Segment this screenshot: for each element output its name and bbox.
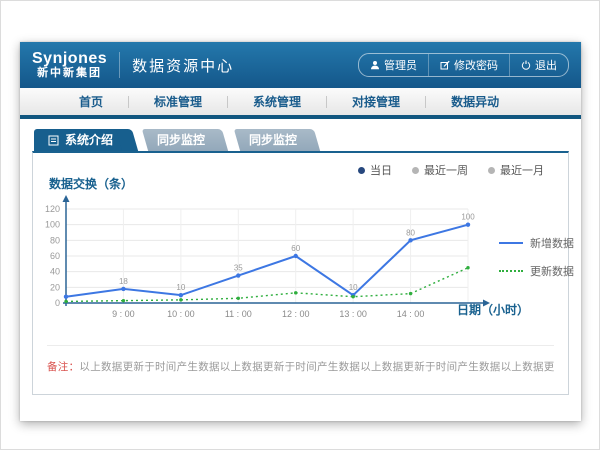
- chart-panel: 当日 最近一周 最近一月 数据交换（条） 0 20 40 60 80 100 120 9 : …: [32, 151, 569, 395]
- power-icon: [521, 60, 531, 70]
- series-legend: 新增数据 更新数据: [499, 235, 574, 291]
- svg-text:60: 60: [50, 251, 60, 261]
- nav-item-data-change[interactable]: 数据异动: [426, 93, 524, 110]
- radio-icon: [358, 167, 365, 174]
- nav-item-system[interactable]: 系统管理: [228, 93, 326, 110]
- footnote: 备注：以上数据更新于时间产生数据以上数据更新于时间产生数据以上数据更新于时间产生…: [47, 345, 554, 374]
- user-icon: [370, 60, 380, 70]
- page: Synjones 新中新集团 数据资源中心 管理员 修改密码: [0, 0, 600, 450]
- tab-label: 系统介绍: [65, 129, 113, 151]
- svg-text:12 : 00: 12 : 00: [282, 309, 310, 319]
- y-axis-title: 数据交换（条）: [49, 175, 133, 192]
- line-chart: 0 20 40 60 80 100 120 9 : 00 10 : 00 11 : 00 12 : …: [41, 191, 503, 341]
- svg-text:11 : 00: 11 : 00: [225, 309, 252, 319]
- svg-text:35: 35: [234, 264, 243, 273]
- filter-today[interactable]: 当日: [358, 162, 392, 178]
- footnote-text: 以上数据更新于时间产生数据以上数据更新于时间产生数据以上数据更新于时间产生数据以…: [79, 361, 554, 373]
- filter-label: 当日: [370, 162, 392, 178]
- svg-text:100: 100: [45, 220, 60, 230]
- edit-icon: [440, 60, 450, 70]
- header: Synjones 新中新集团 数据资源中心 管理员 修改密码: [20, 42, 581, 88]
- svg-text:40: 40: [50, 267, 60, 277]
- legend-item-updated-data[interactable]: 更新数据: [499, 263, 574, 279]
- svg-text:120: 120: [45, 204, 60, 214]
- filter-label: 最近一月: [500, 162, 544, 178]
- main-nav: 首页 标准管理 系统管理 对接管理 数据异动: [20, 88, 581, 115]
- tab-label: 同步监控: [157, 129, 205, 151]
- svg-text:9 : 00: 9 : 00: [112, 309, 135, 319]
- user-label: 管理员: [384, 57, 417, 73]
- logout-button[interactable]: 退出: [509, 54, 568, 76]
- tab-label: 同步监控: [249, 129, 297, 151]
- svg-text:20: 20: [50, 282, 60, 292]
- tab-system-intro[interactable]: 系统介绍: [34, 129, 135, 151]
- tab-sync-monitor-2[interactable]: 同步监控: [235, 129, 319, 151]
- svg-text:10 : 00: 10 : 00: [167, 309, 195, 319]
- svg-text:80: 80: [406, 228, 415, 237]
- logo-subtitle: 新中新集团: [32, 68, 107, 80]
- filter-last-week[interactable]: 最近一周: [412, 162, 468, 178]
- change-password-button[interactable]: 修改密码: [428, 54, 509, 76]
- nav-item-home[interactable]: 首页: [54, 93, 128, 110]
- logo-name: Synjones: [32, 51, 107, 68]
- svg-text:10: 10: [176, 283, 185, 292]
- nav-item-standards[interactable]: 标准管理: [129, 93, 227, 110]
- app-title: 数据资源中心: [132, 55, 234, 76]
- svg-text:13 : 00: 13 : 00: [339, 309, 367, 319]
- svg-text:18: 18: [119, 277, 128, 286]
- nav-item-integration[interactable]: 对接管理: [327, 93, 425, 110]
- legend-line-solid: [499, 242, 523, 244]
- svg-text:60: 60: [291, 244, 300, 253]
- svg-text:10: 10: [349, 283, 358, 292]
- legend-item-new-data[interactable]: 新增数据: [499, 235, 574, 251]
- svg-text:80: 80: [50, 235, 60, 245]
- logout-label: 退出: [535, 57, 557, 73]
- radio-icon: [412, 167, 419, 174]
- change-password-label: 修改密码: [454, 57, 498, 73]
- chart: 0 20 40 60 80 100 120 9 : 00 10 : 00 11 : 00 12 : …: [41, 191, 503, 341]
- svg-text:100: 100: [461, 213, 475, 222]
- header-divider: [119, 52, 120, 78]
- user-toolbar: 管理员 修改密码 退出: [358, 53, 569, 77]
- svg-text:14 : 00: 14 : 00: [397, 309, 425, 319]
- legend-line-dotted: [499, 270, 523, 272]
- user-menu[interactable]: 管理员: [359, 54, 428, 76]
- x-axis-title: 日期（小时）: [457, 301, 529, 318]
- nav-accent-bar: [20, 115, 581, 119]
- filter-last-month[interactable]: 最近一月: [488, 162, 544, 178]
- document-icon: [48, 135, 59, 146]
- radio-icon: [488, 167, 495, 174]
- time-range-filters: 当日 最近一周 最近一月: [358, 162, 544, 178]
- svg-text:0: 0: [55, 298, 60, 308]
- app-window: Synjones 新中新集团 数据资源中心 管理员 修改密码: [20, 42, 581, 421]
- tab-bar: 系统介绍 同步监控 同步监控: [34, 129, 581, 151]
- footnote-prefix: 备注：: [47, 361, 79, 373]
- filter-label: 最近一周: [424, 162, 468, 178]
- logo[interactable]: Synjones 新中新集团: [32, 51, 107, 79]
- tab-sync-monitor-1[interactable]: 同步监控: [143, 129, 227, 151]
